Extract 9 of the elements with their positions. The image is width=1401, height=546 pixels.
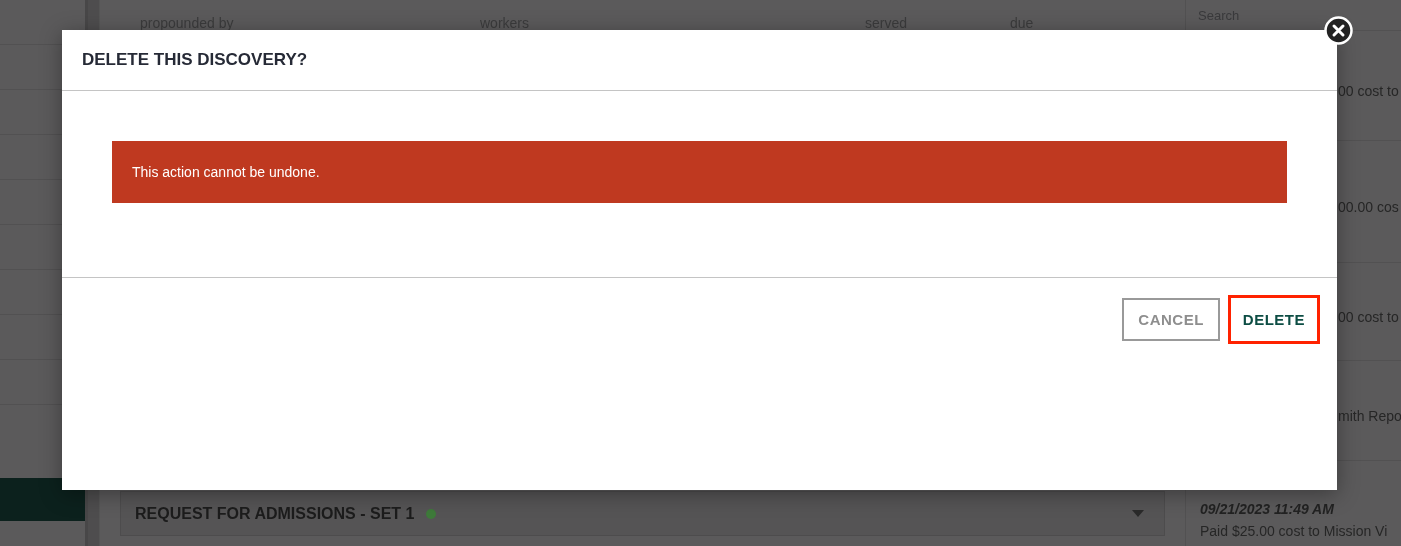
- sidebar-button[interactable]: [0, 478, 85, 521]
- delete-button[interactable]: DELETE: [1227, 295, 1320, 344]
- section-title: REQUEST FOR ADMISSIONS - SET 1: [135, 504, 415, 523]
- cancel-button[interactable]: CANCEL: [1122, 298, 1220, 341]
- dialog-title: DELETE THIS DISCOVERY?: [82, 50, 308, 70]
- section-header[interactable]: REQUEST FOR ADMISSIONS - SET 1: [120, 491, 1165, 536]
- warning-alert: This action cannot be undone.: [112, 141, 1287, 203]
- caret-icon: [1132, 509, 1144, 518]
- activity-time: 09/21/2023 11:49 AM: [1200, 501, 1335, 517]
